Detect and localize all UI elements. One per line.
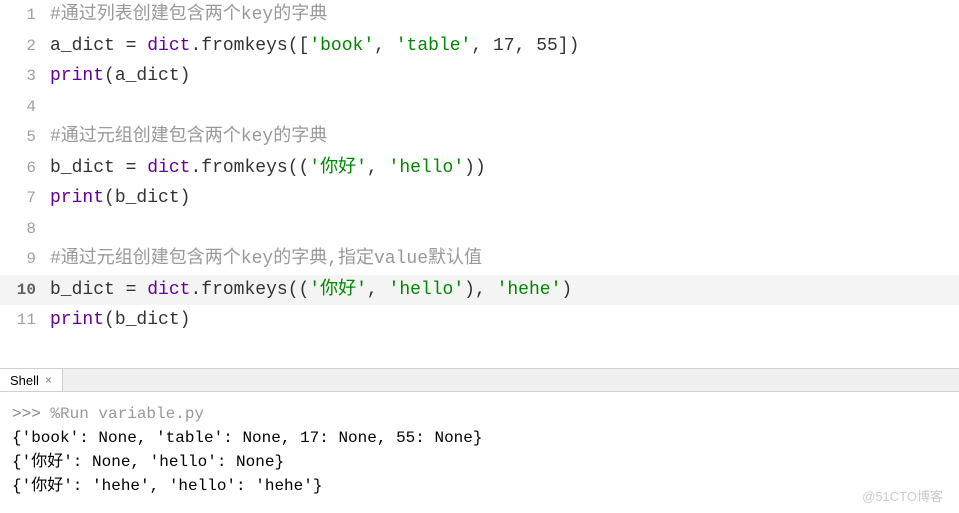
code-token: #通过元组创建包含两个key的字典	[50, 127, 327, 147]
code-line[interactable]: 4	[0, 92, 959, 123]
shell-command-line: >>> %Run variable.py	[12, 402, 947, 426]
code-token: b_dict	[50, 280, 126, 300]
code-editor-pane[interactable]: 1#通过列表创建包含两个key的字典2a_dict = dict.fromkey…	[0, 0, 959, 368]
code-token: 'hehe'	[497, 280, 562, 300]
line-number: 10	[0, 275, 50, 306]
code-token: print	[50, 66, 104, 86]
shell-output-line: {'你好': 'hehe', 'hello': 'hehe'}	[12, 474, 947, 498]
code-token: ,	[367, 280, 389, 300]
code-token: dict	[147, 36, 190, 56]
shell-tab-label: Shell	[10, 373, 39, 388]
code-token: )	[569, 36, 580, 56]
code-token: a_dict	[115, 66, 180, 86]
code-content[interactable]: #通过元组创建包含两个key的字典	[50, 122, 959, 153]
code-token: print	[50, 310, 104, 330]
code-token: (	[104, 188, 115, 208]
code-line[interactable]: 9#通过元组创建包含两个key的字典,指定value默认值	[0, 244, 959, 275]
code-token: b_dict	[115, 188, 180, 208]
line-number: 6	[0, 153, 50, 184]
code-token: )	[180, 66, 191, 86]
line-number: 5	[0, 122, 50, 153]
pane-divider: Shell ×	[0, 368, 959, 392]
code-token: b_dict	[50, 158, 126, 178]
code-token: =	[126, 280, 148, 300]
code-token: )	[561, 280, 572, 300]
code-token: fromkeys	[201, 36, 287, 56]
code-token: ,	[475, 280, 497, 300]
code-token: )	[464, 280, 475, 300]
code-token: #通过列表创建包含两个key的字典	[50, 5, 327, 25]
code-token: 'book'	[309, 36, 374, 56]
code-line[interactable]: 5#通过元组创建包含两个key的字典	[0, 122, 959, 153]
code-content[interactable]: b_dict = dict.fromkeys(('你好', 'hello'))	[50, 153, 959, 184]
code-token: [	[299, 36, 310, 56]
code-token: ))	[464, 158, 486, 178]
shell-tab[interactable]: Shell ×	[0, 369, 63, 391]
code-line[interactable]: 10b_dict = dict.fromkeys(('你好', 'hello')…	[0, 275, 959, 306]
code-content[interactable]: #通过列表创建包含两个key的字典	[50, 0, 959, 31]
code-content[interactable]: b_dict = dict.fromkeys(('你好', 'hello'), …	[50, 275, 959, 306]
code-token: )	[180, 310, 191, 330]
line-number: 3	[0, 61, 50, 92]
code-token: ]	[558, 36, 569, 56]
shell-magic-command: %Run variable.py	[50, 405, 204, 423]
code-token: ,	[471, 36, 493, 56]
line-number: 2	[0, 31, 50, 62]
code-token: ((	[288, 280, 310, 300]
code-token: ,	[515, 36, 537, 56]
code-content[interactable]: print(b_dict)	[50, 305, 959, 336]
code-token: '你好'	[309, 280, 367, 300]
code-token: 'hello'	[389, 280, 465, 300]
shell-output-line: {'book': None, 'table': None, 17: None, …	[12, 426, 947, 450]
code-token: fromkeys	[201, 280, 287, 300]
code-line[interactable]: 3print(a_dict)	[0, 61, 959, 92]
code-token: =	[126, 158, 148, 178]
code-token: 'hello'	[389, 158, 465, 178]
close-icon[interactable]: ×	[45, 373, 52, 387]
watermark-text: @51CTO博客	[862, 486, 943, 505]
code-token: b_dict	[115, 310, 180, 330]
code-token: .	[190, 280, 201, 300]
code-token: '你好'	[309, 158, 367, 178]
code-content[interactable]: a_dict = dict.fromkeys(['book', 'table',…	[50, 31, 959, 62]
code-content[interactable]: #通过元组创建包含两个key的字典,指定value默认值	[50, 244, 959, 275]
shell-prompt: >>>	[12, 405, 50, 423]
code-token: =	[126, 36, 148, 56]
code-line[interactable]: 11print(b_dict)	[0, 305, 959, 336]
code-line[interactable]: 8	[0, 214, 959, 245]
code-token: dict	[147, 280, 190, 300]
code-token: .	[190, 158, 201, 178]
code-token: 17	[493, 36, 515, 56]
shell-output-pane[interactable]: >>> %Run variable.py {'book': None, 'tab…	[0, 392, 959, 508]
line-number: 7	[0, 183, 50, 214]
code-line[interactable]: 6b_dict = dict.fromkeys(('你好', 'hello'))	[0, 153, 959, 184]
code-token: ,	[367, 158, 389, 178]
code-token: print	[50, 188, 104, 208]
code-line[interactable]: 2a_dict = dict.fromkeys(['book', 'table'…	[0, 31, 959, 62]
code-token: dict	[147, 158, 190, 178]
code-token: (	[104, 310, 115, 330]
code-token: a_dict	[50, 36, 126, 56]
code-token: ,	[374, 36, 396, 56]
code-token: 55	[536, 36, 558, 56]
code-line[interactable]: 7print(b_dict)	[0, 183, 959, 214]
line-number: 11	[0, 305, 50, 336]
code-content[interactable]: print(b_dict)	[50, 183, 959, 214]
shell-output-line: {'你好': None, 'hello': None}	[12, 450, 947, 474]
code-token: (	[104, 66, 115, 86]
code-token: )	[180, 188, 191, 208]
code-token: 'table'	[396, 36, 472, 56]
code-token: #通过元组创建包含两个key的字典,指定value默认值	[50, 249, 482, 269]
code-line[interactable]: 1#通过列表创建包含两个key的字典	[0, 0, 959, 31]
code-token: ((	[288, 158, 310, 178]
code-content[interactable]: print(a_dict)	[50, 61, 959, 92]
code-token: .	[190, 36, 201, 56]
code-token: (	[288, 36, 299, 56]
line-number: 9	[0, 244, 50, 275]
line-number: 4	[0, 92, 50, 123]
code-token: fromkeys	[201, 158, 287, 178]
line-number: 1	[0, 0, 50, 31]
line-number: 8	[0, 214, 50, 245]
